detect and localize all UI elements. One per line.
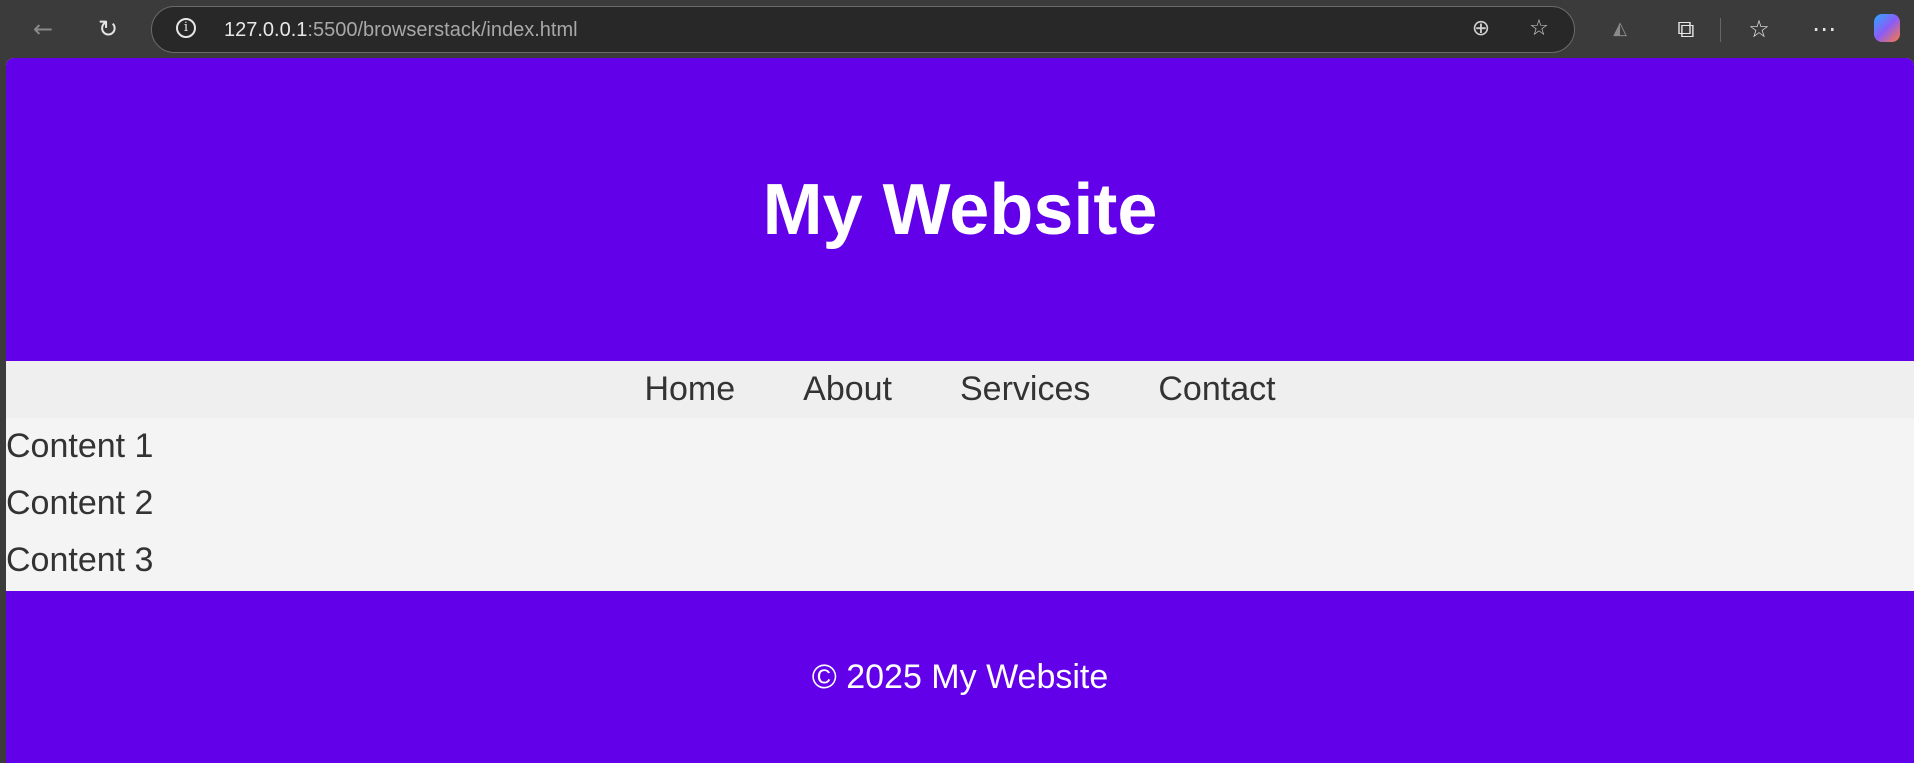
url-text[interactable]: 127.0.0.1:5500/browserstack/index.html: [224, 19, 578, 42]
nav-services[interactable]: Services: [926, 370, 1124, 409]
info-icon[interactable]: i: [176, 18, 196, 38]
site-title: My Website: [762, 169, 1158, 250]
browser-toolbar: ← ↻ i 127.0.0.1:5500/browserstack/index.…: [0, 0, 1914, 58]
extensions-icon[interactable]: ⧉: [1671, 14, 1701, 44]
site-header: My Website: [6, 58, 1914, 361]
url-path: :5500/browserstack/index.html: [307, 19, 578, 41]
content-section: Content 1 Content 2 Content 3: [6, 418, 1914, 589]
page-viewport: My Website Home About Services Contact C…: [6, 58, 1914, 763]
app-icon[interactable]: ◭: [1605, 14, 1635, 44]
address-bar[interactable]: i 127.0.0.1:5500/browserstack/index.html…: [151, 6, 1575, 53]
favorites-icon[interactable]: ☆: [1744, 14, 1774, 44]
content-item: Content 3: [6, 541, 154, 579]
nav-about[interactable]: About: [769, 370, 926, 409]
copilot-icon[interactable]: [1874, 14, 1900, 42]
site-footer: © 2025 My Website: [6, 591, 1914, 763]
url-host: 127.0.0.1: [224, 19, 308, 41]
back-icon[interactable]: ←: [28, 14, 58, 44]
nav-home[interactable]: Home: [610, 370, 769, 409]
footer-copyright: © 2025 My Website: [811, 657, 1109, 696]
more-icon[interactable]: ⋯: [1809, 14, 1839, 44]
content-item: Content 2: [6, 484, 154, 522]
main-nav: Home About Services Contact: [6, 361, 1914, 418]
zoom-icon[interactable]: ⊕: [1466, 14, 1496, 44]
content-item: Content 1: [6, 427, 154, 465]
refresh-icon[interactable]: ↻: [93, 14, 123, 44]
favorite-star-icon[interactable]: ☆: [1524, 14, 1554, 44]
toolbar-divider: [1720, 18, 1721, 42]
nav-contact[interactable]: Contact: [1124, 370, 1309, 409]
